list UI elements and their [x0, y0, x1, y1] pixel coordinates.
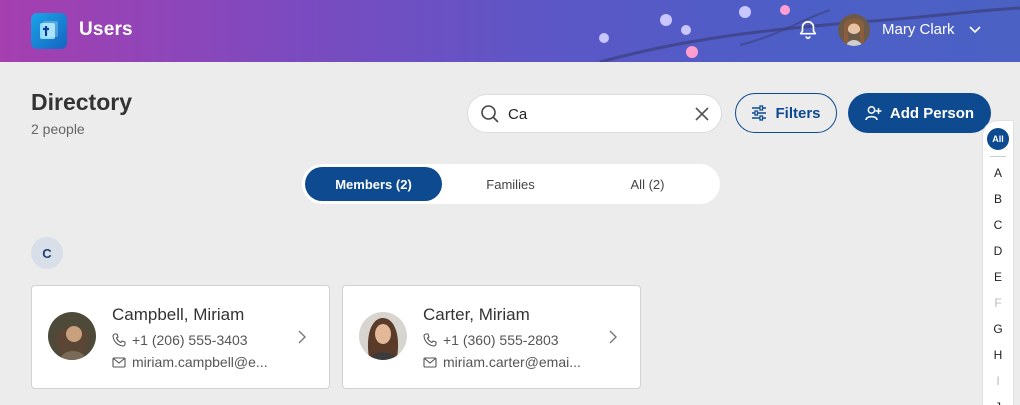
- add-user-icon: [865, 106, 882, 121]
- app-header: Users Mary Clark: [0, 0, 1020, 62]
- alphabet-letter-b[interactable]: B: [983, 192, 1013, 206]
- page-title: Directory: [31, 89, 132, 115]
- add-person-button[interactable]: Add Person: [848, 93, 991, 133]
- user-avatar[interactable]: [838, 14, 870, 46]
- section-letter-badge: C: [31, 237, 63, 269]
- alphabet-letter-f: F: [994, 296, 1002, 310]
- person-avatar: [48, 312, 96, 360]
- mail-icon: [423, 357, 437, 368]
- view-tabs: Members (2) Families All (2): [302, 164, 720, 204]
- sliders-icon: [752, 105, 767, 121]
- close-icon[interactable]: [694, 106, 710, 122]
- alphabet-letter-j[interactable]: J: [983, 400, 1013, 405]
- phone-text[interactable]: +1 (206) 555-3403: [132, 332, 248, 348]
- tab-members[interactable]: Members (2): [305, 167, 442, 201]
- chevron-right-icon[interactable]: [296, 329, 308, 345]
- person-card[interactable]: Campbell, Miriam +1 (206) 555-3403 miria…: [31, 285, 330, 389]
- phone-text[interactable]: +1 (360) 555-2803: [443, 332, 559, 348]
- alphabet-letter-i: I: [996, 374, 1000, 388]
- search-input[interactable]: [508, 103, 678, 125]
- alphabet-letter-h[interactable]: H: [983, 348, 1013, 362]
- alphabet-index: All A B C D E F G H I J: [982, 120, 1014, 405]
- email-text[interactable]: miriam.carter@emai...: [443, 354, 581, 370]
- tab-all[interactable]: All (2): [579, 167, 716, 201]
- person-email: miriam.carter@emai...: [423, 354, 581, 370]
- email-text[interactable]: miriam.campbell@e...: [132, 354, 268, 370]
- alphabet-letter-g[interactable]: G: [983, 322, 1013, 336]
- chevron-right-icon[interactable]: [607, 329, 619, 345]
- alphabet-letter-d[interactable]: D: [983, 244, 1013, 258]
- person-phone: +1 (360) 555-2803: [423, 332, 559, 348]
- phone-icon: [423, 333, 437, 347]
- app-title: Users: [79, 19, 133, 40]
- bell-icon[interactable]: [797, 19, 819, 41]
- phone-icon: [112, 333, 126, 347]
- chevron-down-icon[interactable]: [968, 24, 982, 36]
- person-email: miriam.campbell@e...: [112, 354, 268, 370]
- app-logo-icon[interactable]: [31, 13, 67, 49]
- person-phone: +1 (206) 555-3403: [112, 332, 248, 348]
- person-avatar: [359, 312, 407, 360]
- user-name[interactable]: Mary Clark: [882, 21, 955, 38]
- filters-button[interactable]: Filters: [735, 93, 837, 133]
- alphabet-divider: [990, 156, 1006, 157]
- add-person-label: Add Person: [889, 104, 975, 122]
- search-icon: [481, 105, 499, 123]
- person-name: Carter, Miriam: [423, 305, 530, 324]
- mail-icon: [112, 357, 126, 368]
- filters-label: Filters: [775, 104, 821, 122]
- alphabet-all[interactable]: All: [987, 128, 1009, 150]
- alphabet-letter-c[interactable]: C: [983, 218, 1013, 232]
- person-card[interactable]: Carter, Miriam +1 (360) 555-2803 miriam.…: [342, 285, 641, 389]
- person-name: Campbell, Miriam: [112, 305, 245, 324]
- people-count: 2 people: [31, 121, 85, 137]
- tab-families[interactable]: Families: [442, 167, 579, 201]
- alphabet-letter-a[interactable]: A: [983, 166, 1013, 180]
- alphabet-letter-e[interactable]: E: [983, 270, 1013, 284]
- search-box[interactable]: [467, 94, 722, 133]
